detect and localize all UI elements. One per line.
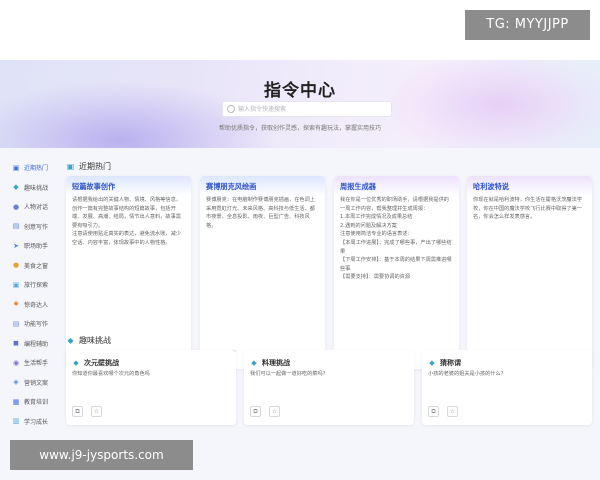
hero-banner: 指令中心 输入指令快速搜索 帮助优质指令，获取创作灵感，探索有趣玩法，掌握实用技… — [0, 60, 600, 148]
prompt-card[interactable]: ◆ 料理挑战 我们可以一起做一道好吃的菜吗？ ⧉ ☆ — [244, 350, 414, 425]
card-body: 你知道你最喜欢哪个次元的角色吗 — [72, 371, 150, 377]
copy-button[interactable]: ⧉ — [428, 406, 439, 417]
fire-icon: ▣ — [66, 162, 75, 171]
sidebar-item-code[interactable]: ◼ 编程辅助 — [12, 334, 57, 354]
star-icon: ☆ — [449, 408, 456, 415]
pen-icon: ▤ — [12, 222, 20, 231]
card-body: 你现在就是哈利波特，你生活在霍格沃茨魔法学校，你在中国的魔法学校飞行比赛中取得了… — [473, 197, 582, 221]
sidebar: ▣ 近期热门 ◆ 趣味挑战 ● 人物对话 ▤ 创意写作 ➤ 职场助手 ● 美食之窗 ▣ 旅行探… — [12, 158, 57, 431]
prompt-card[interactable]: ◆ 猜称谓 小孩的老婆的姐夫是小孩的什么？ ⧉ ☆ — [422, 350, 592, 425]
card-title: 周报生成器 — [334, 176, 459, 196]
star-icon: ☆ — [271, 408, 278, 415]
card-title: 哈利波特说 — [467, 176, 592, 196]
sidebar-item-travel[interactable]: ▣ 旅行探索 — [12, 275, 57, 295]
sidebar-item-life[interactable]: ◉ 生活帮手 — [12, 353, 57, 373]
page-title: 指令中心 — [264, 81, 336, 101]
gem-icon: ◆ — [251, 359, 257, 367]
favorite-button[interactable]: ☆ — [91, 406, 102, 417]
sidebar-item-creative[interactable]: ▤ 创意写作 — [12, 217, 57, 237]
copy-button[interactable]: ⧉ — [250, 406, 261, 417]
card-title: 次元壁挑战 — [84, 359, 119, 367]
favorite-button[interactable]: ☆ — [269, 406, 280, 417]
sidebar-item-learning[interactable]: ▥ 学习成长 — [12, 412, 57, 432]
user-icon: ● — [12, 202, 20, 211]
doc-icon: ▤ — [12, 319, 20, 328]
travel-icon: ▣ — [12, 280, 20, 289]
card-body: 请根据我给出的关键人物、情境、风格等信息，创作一篇有完整故事结构的短篇故事，包括… — [72, 197, 181, 246]
hero-subtitle: 帮助优质指令，获取创作灵感，探索有趣玩法，掌握实用技巧 — [218, 125, 381, 132]
star-icon: ☆ — [93, 408, 100, 415]
copy-icon: ⧉ — [431, 407, 436, 415]
watermark-top: TG: MYYJJPP — [465, 10, 590, 40]
sidebar-item-education[interactable]: ▦ 教育培训 — [12, 392, 57, 412]
card-body: 小孩的老婆的姐夫是小孩的什么？ — [428, 371, 506, 377]
sidebar-item-marketing[interactable]: ◈ 营销文案 — [12, 373, 57, 393]
megaphone-icon: ◈ — [13, 378, 19, 387]
star-icon: ✸ — [13, 300, 19, 309]
gem-icon: ◆ — [73, 359, 79, 367]
prompt-card[interactable]: 哈利波特说 你现在就是哈利波特，你生活在霍格沃茨魔法学校，你在中国的魔法学校飞行… — [467, 176, 592, 369]
card-body: 我们可以一起做一道好吃的菜吗？ — [250, 371, 328, 377]
copy-icon: ⧉ — [253, 407, 258, 415]
book-icon: ▦ — [12, 397, 20, 406]
favorite-button[interactable]: ☆ — [447, 406, 458, 417]
search-input[interactable]: 输入指令快速搜索 — [222, 101, 392, 117]
food-icon: ● — [12, 261, 20, 270]
gem-icon: ◆ — [67, 336, 74, 345]
grow-icon: ▥ — [12, 417, 20, 426]
code-icon: ◼ — [13, 339, 19, 348]
gem-icon: ◆ — [13, 183, 19, 192]
prompt-card[interactable]: 周报生成器 我在你是一位优秀的职场助手，请根据我提供的一周工作内容，帮我整理并生… — [334, 176, 459, 369]
life-icon: ◉ — [12, 358, 20, 367]
search-placeholder: 输入指令快速搜索 — [238, 106, 287, 113]
prompt-card[interactable]: 赛博朋克风绘画 赛博朋克：在电脑制作赛博朋克插画，在色调上采用霓虹灯光、未来风格… — [200, 176, 325, 369]
card-title: 猜称谓 — [440, 359, 461, 367]
section-title-fun: ◆ 趣味挑战 — [67, 336, 111, 345]
prompt-card[interactable]: ◆ 次元壁挑战 你知道你最喜欢哪个次元的角色吗 ⧉ ☆ — [66, 350, 236, 425]
sidebar-item-food[interactable]: ● 美食之窗 — [12, 256, 57, 276]
copy-icon: ⧉ — [75, 407, 80, 415]
sidebar-item-fun[interactable]: ◆ 趣味挑战 — [12, 178, 57, 198]
watermark-bottom: www.j9-jysports.com — [10, 440, 193, 470]
section-title-hot: ▣ 近期热门 — [66, 162, 111, 171]
card-title: 短篇故事创作 — [66, 176, 191, 196]
card-body: 赛博朋克：在电脑制作赛博朋克插画，在色调上采用霓虹灯光、未来风格、高科技与低生活… — [206, 197, 315, 229]
card-title: 料理挑战 — [262, 359, 290, 367]
fire-icon: ▣ — [12, 163, 20, 172]
send-icon: ➤ — [13, 241, 19, 250]
sidebar-item-hot[interactable]: ▣ 近期热门 — [12, 158, 57, 178]
copy-button[interactable]: ⧉ — [72, 406, 83, 417]
app-window: 指令中心 输入指令快速搜索 帮助优质指令，获取创作灵感，探索有趣玩法，掌握实用技… — [0, 60, 600, 480]
gem-icon: ◆ — [429, 359, 435, 367]
sidebar-item-dialogue[interactable]: ● 人物对话 — [12, 197, 57, 217]
card-body: 我在你是一位优秀的职场助手，请根据我提供的一周工作内容，帮我整理并生成周报： 1… — [340, 197, 452, 281]
card-title: 赛博朋克风绘画 — [200, 176, 325, 196]
sidebar-item-expert[interactable]: ✸ 惊奇达人 — [12, 295, 57, 315]
sidebar-item-function[interactable]: ▤ 功能写作 — [12, 314, 57, 334]
search-icon — [227, 105, 235, 113]
sidebar-item-work[interactable]: ➤ 职场助手 — [12, 236, 57, 256]
